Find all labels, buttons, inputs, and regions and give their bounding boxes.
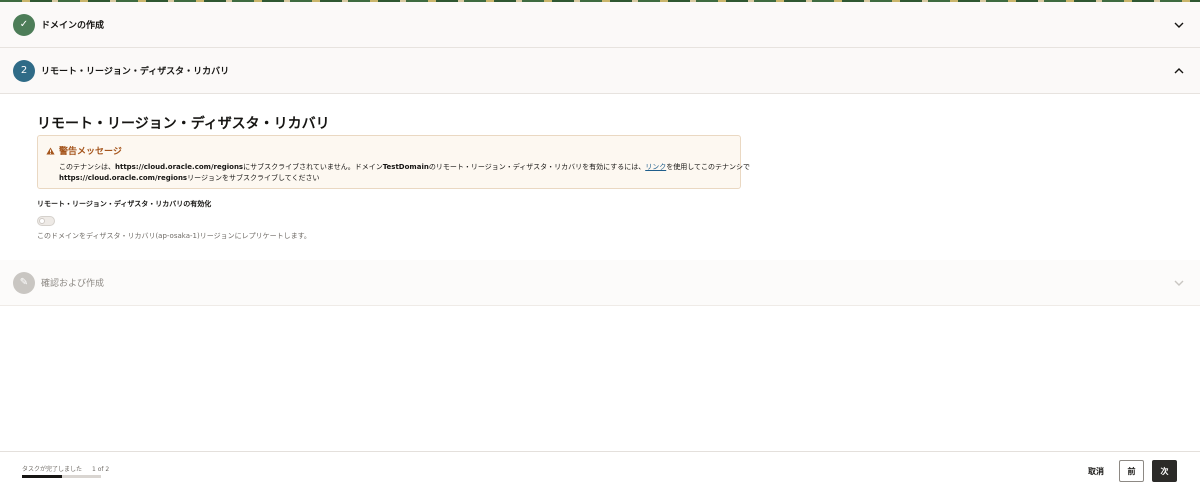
subscribe-link[interactable]: リンク (645, 163, 666, 171)
warning-title: 警告メッセージ (46, 144, 122, 157)
pencil-icon: ✎ (19, 277, 29, 288)
step-title: 確認および作成 (41, 279, 105, 289)
step-header-review-create[interactable]: ✎ 確認および作成 (0, 260, 1200, 306)
chevron-up-icon[interactable] (1173, 65, 1185, 77)
step-title: リモート・リージョン・ディザスタ・リカバリ (41, 67, 230, 77)
checkmark-icon: ✓ (19, 19, 29, 30)
previous-button[interactable]: 前 (1119, 460, 1144, 482)
step-pending-badge: ✎ (13, 271, 35, 294)
step-header-create-domain[interactable]: ✓ ドメインの作成 (0, 2, 1200, 48)
progress-fill (22, 475, 62, 478)
warning-text-line1: このテナンシは、https://cloud.oracle.com/regions… (59, 163, 751, 171)
chevron-down-icon[interactable] (1173, 277, 1185, 289)
step-title: ドメインの作成 (41, 21, 105, 31)
wizard-footer: タスクが完了しました 1 of 2 取消 前 次 (0, 451, 1200, 493)
step-completed-badge: ✓ (13, 13, 35, 36)
step-header-disaster-recovery[interactable]: 2 リモート・リージョン・ディザスタ・リカバリ (0, 48, 1200, 94)
progress-bar (22, 475, 101, 478)
dr-toggle-label: リモート・リージョン・ディザスタ・リカバリの有効化 (37, 200, 212, 208)
warning-triangle-icon (46, 146, 55, 155)
warning-message-box: 警告メッセージ このテナンシは、https://cloud.oracle.com… (37, 135, 750, 189)
step-number-badge: 2 (13, 59, 35, 82)
warning-text-line2: https://cloud.oracle.com/regionsリージョンをサブ… (59, 174, 320, 182)
toggle-knob (39, 218, 45, 224)
section-title: リモート・リージョン・ディザスタ・リカバリ (37, 116, 330, 132)
dr-enable-toggle[interactable] (37, 216, 55, 226)
cancel-button[interactable]: 取消 (1078, 460, 1114, 482)
dr-help-text: このドメインをディザスタ・リカバリ(ap-osaka-1)リージョンにレプリケー… (37, 232, 311, 240)
chevron-down-icon[interactable] (1173, 19, 1185, 31)
next-button[interactable]: 次 (1152, 460, 1177, 482)
progress-text: タスクが完了しました 1 of 2 (22, 466, 110, 473)
